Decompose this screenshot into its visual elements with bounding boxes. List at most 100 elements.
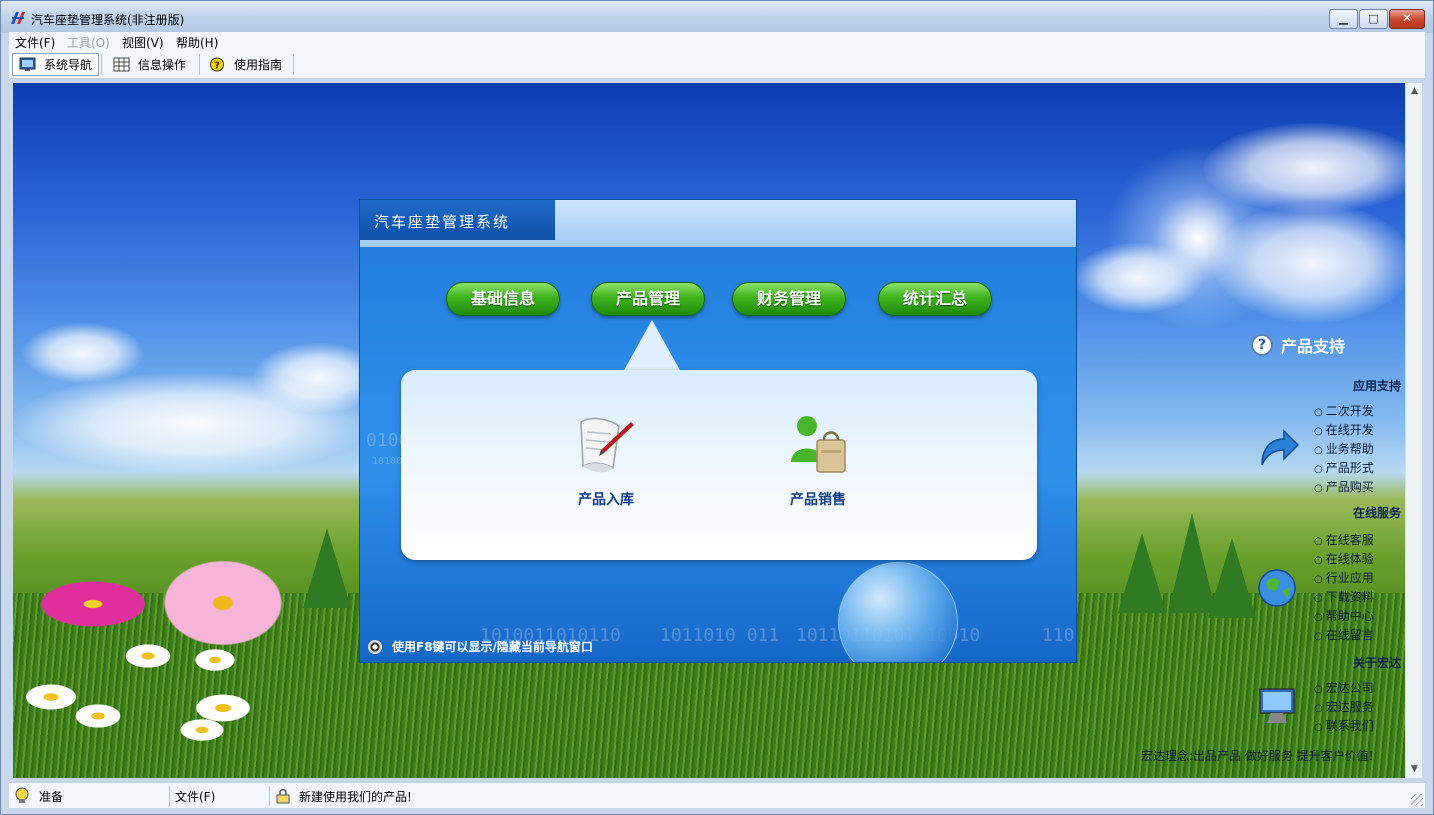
scroll-up-icon[interactable]: ▲ [1406,83,1423,100]
tree [1118,533,1166,613]
toolbar-info-ops-label: 信息操作 [138,58,187,72]
tab-product-management[interactable]: 产品管理 [591,282,705,316]
scroll-down-icon[interactable]: ▼ [1406,761,1423,778]
status-ready-cell: 准备 [13,787,63,805]
app-logo-icon [11,12,25,24]
daisy [178,718,226,742]
title-bar: 汽车座垫管理系统(非注册版) ▁ □ ✕ [1,1,1433,33]
link-downloads[interactable]: 下载资料 [1314,588,1374,605]
link-leave-message[interactable]: 在线留言 [1314,626,1374,643]
panel-title: 汽车座垫管理系统 [374,213,511,231]
globe-refresh-icon [1258,569,1296,607]
navigation-panel: 汽车座垫管理系统 0100 10100 1010011010110 101101… [359,199,1077,663]
section-about-hongda: 关于宏达 [1352,656,1401,670]
resize-grip[interactable] [1411,794,1423,806]
minimize-button[interactable]: ▁ [1329,9,1358,29]
link-help-center[interactable]: 帮助中心 [1314,607,1374,624]
grid-icon [113,57,130,72]
globe-decoration [838,562,958,662]
panel-header: 汽车座垫管理系统 [360,200,1076,247]
binary-decoration: 110 [1042,625,1075,646]
status-message-cell: 新建使用我们的产品! [275,787,412,805]
toolbar-system-nav-label: 系统导航 [44,58,93,72]
monitor-icon [19,57,36,71]
scroll-pen-icon [580,417,634,473]
toolbar: 系统导航 信息操作 ? 使用指南 [9,50,1425,79]
status-separator [169,786,170,806]
link-product-form[interactable]: 产品形式 [1314,459,1374,476]
help-icon: ? [210,57,224,72]
tab-finance-management[interactable]: 财务管理 [732,282,846,316]
app-window: 汽车座垫管理系统(非注册版) ▁ □ ✕ 文件(F) 工具(O) 视图(V) 帮… [0,0,1434,815]
lock-icon [276,789,290,804]
link-industry-apps[interactable]: 行业应用 [1314,569,1374,586]
link-business-help[interactable]: 业务帮助 [1314,440,1374,457]
link-contact-us[interactable]: 联系我们 [1314,717,1374,734]
link-hongda-service[interactable]: 宏达服务 [1314,698,1374,715]
cloud [23,323,143,383]
menu-help[interactable]: 帮助(H) [176,34,218,51]
status-separator [269,786,270,806]
binary-decoration: 1011010 011 [660,625,780,646]
tree [303,528,351,608]
svg-text:?: ? [214,61,220,72]
menu-view[interactable]: 视图(V) [122,34,164,51]
menu-tools[interactable]: 工具(O) [67,34,110,51]
vertical-scrollbar[interactable]: ▲ ▼ [1405,83,1422,778]
pink-flower [153,553,293,653]
daisy [23,683,79,711]
pink-flower [33,578,153,630]
status-middle-text: 文件(F) [175,789,216,804]
toolbar-guide-label: 使用指南 [234,58,283,72]
daisy [193,648,237,672]
link-online-support[interactable]: 在线客服 [1314,531,1374,548]
link-secondary-dev[interactable]: 二次开发 [1314,402,1374,419]
status-bar: 准备 文件(F) 新建使用我们的产品! [9,782,1425,808]
product-sales-label: 产品销售 [790,492,846,508]
footer-hint-text: 使用F8键可以显示/隐藏当前导航窗口 [392,640,593,654]
question-icon: ? [1251,334,1273,356]
person-bag-icon [791,416,846,473]
product-stock-in-label: 产品入库 [578,492,634,508]
computer-monitor-icon [1259,688,1295,723]
toolbar-system-nav-button[interactable]: 系统导航 [12,53,100,76]
product-support-label: 产品支持 [1281,337,1346,356]
minimize-icon: ▁ [1339,12,1348,25]
toolbar-separator [293,54,294,75]
cloud [13,373,373,473]
menu-file[interactable]: 文件(F) [15,34,55,51]
link-online-trial[interactable]: 在线体验 [1314,550,1374,567]
tab-basic-info[interactable]: 基础信息 [446,282,560,316]
cloud [1073,243,1203,313]
window-title: 汽车座垫管理系统(非注册版) [31,13,185,27]
slogan-text: 宏达理念:出品产品 做好服务 提升客户价值! [1141,749,1374,763]
tab-pointer [623,320,681,372]
status-middle-cell: 文件(F) [175,787,215,805]
daisy [123,643,173,669]
maximize-icon: □ [1368,12,1379,25]
panel-title-tab: 汽车座垫管理系统 [360,200,555,240]
tab-content-box: 产品入库 产品销售 [401,370,1037,560]
product-sales-item[interactable]: 产品销售 [763,410,873,509]
product-support-title: ? 产品支持 [1251,333,1345,357]
link-product-purchase[interactable]: 产品购买 [1314,478,1374,495]
daisy [73,703,123,729]
panel-footer-hint: 使用F8键可以显示/隐藏当前导航窗口 [368,638,593,655]
toolbar-info-ops-button[interactable]: 信息操作 [107,53,192,76]
toolbar-separator [199,54,200,75]
product-stock-in-item[interactable]: 产品入库 [551,410,661,509]
link-online-dev[interactable]: 在线开发 [1314,421,1374,438]
cloud [1213,203,1405,323]
eye-icon [368,639,382,654]
status-text: 准备 [39,789,64,804]
toolbar-separator [101,54,102,75]
maximize-button[interactable]: □ [1359,9,1388,29]
toolbar-guide-button[interactable]: ? 使用指南 [203,53,288,76]
close-icon: ✕ [1401,11,1413,25]
link-hongda-company[interactable]: 宏达公司 [1314,679,1374,696]
close-button[interactable]: ✕ [1389,9,1425,29]
section-online-service: 在线服务 [1352,506,1401,520]
tab-statistics-summary[interactable]: 统计汇总 [878,282,992,316]
menu-bar: 文件(F) 工具(O) 视图(V) 帮助(H) [9,32,1425,50]
lightbulb-icon [15,787,29,803]
